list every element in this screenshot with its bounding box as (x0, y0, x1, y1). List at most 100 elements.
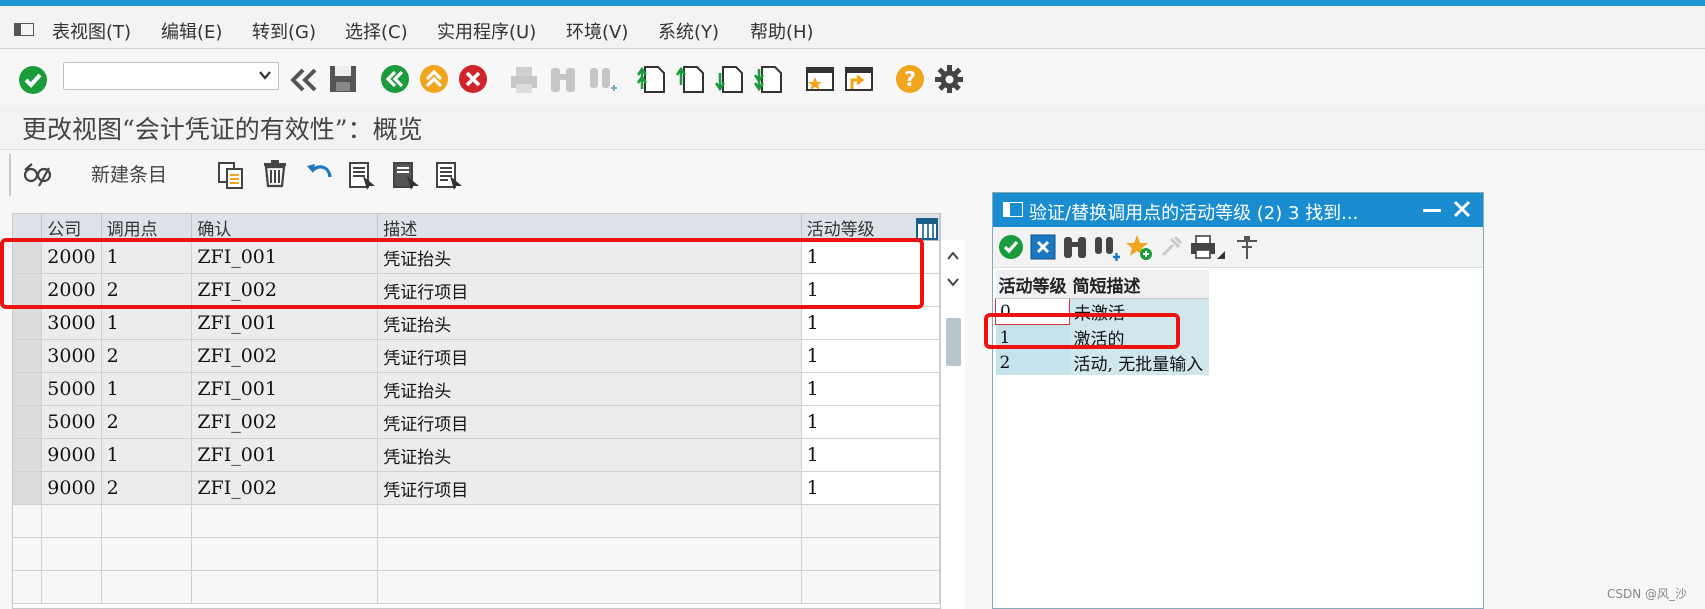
chevron-down-icon[interactable] (259, 68, 271, 82)
create-session-icon[interactable] (804, 63, 836, 95)
select-all-icon[interactable] (347, 160, 377, 190)
select-block-icon[interactable] (391, 160, 421, 190)
deselect-all-icon[interactable] (434, 160, 464, 190)
previous-page-icon[interactable] (675, 63, 707, 95)
popup-find-icon[interactable] (1061, 233, 1089, 261)
delete-trash-icon[interactable] (260, 158, 290, 188)
close-icon[interactable] (1452, 199, 1472, 219)
print-dropdown-icon[interactable] (1217, 251, 1225, 259)
minimize-icon[interactable] (1423, 209, 1441, 212)
generate-shortcut-icon[interactable] (843, 63, 875, 95)
activation-level-input[interactable]: 1 (801, 471, 940, 505)
scroll-down-icon[interactable] (947, 277, 959, 287)
activation-level-input[interactable]: 1 (801, 438, 940, 472)
activation-level-input[interactable]: 1 (801, 405, 940, 439)
row-selector[interactable] (13, 405, 43, 439)
popup-pin-icon[interactable] (1233, 233, 1261, 261)
row-selector[interactable] (13, 471, 43, 505)
activation-level-input[interactable]: 1 (801, 306, 940, 340)
call-point-cell: 1 (101, 438, 193, 472)
menu-help[interactable]: 帮助(H) (750, 18, 814, 44)
row-selector[interactable] (13, 570, 43, 604)
menu-selection[interactable]: 选择(C) (345, 18, 408, 44)
popup-menu-icon[interactable] (1003, 202, 1023, 217)
activation-level-input[interactable]: 1 (801, 372, 940, 406)
menu-environment[interactable]: 环境(V) (566, 18, 628, 44)
row-selector[interactable] (13, 339, 43, 373)
empty-cell[interactable] (191, 570, 379, 604)
scroll-up-icon[interactable] (947, 251, 959, 261)
display-change-glasses-icon[interactable] (22, 160, 52, 190)
first-page-icon[interactable] (636, 63, 668, 95)
empty-cell[interactable] (801, 537, 940, 571)
find-next-icon[interactable] (586, 64, 618, 96)
row-selector[interactable] (13, 438, 43, 472)
column-header-call-point[interactable]: 调用点 (101, 214, 193, 241)
column-header-company[interactable]: 公司 (41, 214, 102, 241)
description-cell: 凭证行项目 (377, 405, 802, 439)
menu-edit[interactable]: 编辑(E) (161, 18, 222, 44)
find-icon[interactable] (547, 64, 579, 96)
empty-cell[interactable] (41, 504, 102, 538)
empty-cell[interactable] (377, 537, 802, 571)
level-value[interactable]: 2 (995, 350, 1070, 375)
company-cell: 3000 (41, 339, 102, 373)
print-icon[interactable] (508, 64, 540, 96)
save-icon[interactable] (327, 63, 359, 95)
validation-cell: ZFI_002 (191, 405, 379, 439)
undo-icon[interactable] (304, 158, 334, 188)
popup-print-icon[interactable] (1189, 233, 1217, 261)
call-point-cell: 2 (101, 405, 193, 439)
table-settings-icon[interactable] (916, 218, 938, 240)
empty-cell[interactable] (191, 504, 379, 538)
row-selector[interactable] (13, 504, 43, 538)
popup-cancel-icon[interactable] (1029, 233, 1057, 261)
empty-cell[interactable] (101, 504, 193, 538)
popup-favorite-add-icon[interactable] (1125, 233, 1153, 261)
popup-find-next-icon[interactable] (1093, 233, 1121, 261)
empty-cell[interactable] (101, 537, 193, 571)
cancel-icon[interactable] (457, 63, 489, 95)
activation-level-input[interactable]: 1 (801, 339, 940, 373)
empty-cell[interactable] (801, 504, 940, 538)
validation-cell: ZFI_002 (191, 339, 379, 373)
menu-goto[interactable]: 转到(G) (252, 18, 316, 44)
row-selector-header[interactable] (13, 214, 43, 241)
row-selector[interactable] (13, 372, 43, 406)
exit-icon[interactable] (418, 63, 450, 95)
menu-expander-icon[interactable] (14, 23, 34, 36)
popup-ok-icon[interactable] (997, 233, 1025, 261)
empty-cell[interactable] (801, 570, 940, 604)
column-header-validation[interactable]: 确认 (191, 214, 379, 241)
popup-disabled-icon[interactable] (1157, 233, 1185, 261)
row-selector[interactable] (13, 537, 43, 571)
empty-cell[interactable] (191, 537, 379, 571)
list-item[interactable]: 2 活动, 无批量输入 (995, 350, 1209, 375)
empty-cell[interactable] (377, 570, 802, 604)
menu-system[interactable]: 系统(Y) (658, 18, 719, 44)
command-field[interactable] (63, 62, 279, 90)
row-selector[interactable] (13, 306, 43, 340)
popup-column-header-level[interactable]: 活动等级 (995, 270, 1070, 299)
settings-gear-icon[interactable] (933, 63, 965, 95)
menu-utilities[interactable]: 实用程序(U) (437, 18, 536, 44)
enter-check-icon[interactable] (17, 64, 49, 96)
level-description[interactable]: 活动, 无批量输入 (1069, 350, 1209, 375)
scroll-thumb[interactable] (946, 318, 961, 366)
empty-cell[interactable] (377, 504, 802, 538)
empty-cell[interactable] (41, 570, 102, 604)
popup-column-header-short-text[interactable]: 简短描述 (1069, 270, 1209, 299)
copy-as-icon[interactable] (216, 160, 246, 190)
column-header-description[interactable]: 描述 (377, 214, 802, 241)
empty-cell[interactable] (41, 537, 102, 571)
double-chevron-left-icon[interactable] (288, 64, 320, 96)
vertical-scrollbar[interactable] (941, 240, 965, 609)
new-entries-button[interactable]: 新建条目 (91, 160, 167, 187)
help-icon[interactable]: ? (894, 63, 926, 95)
next-page-icon[interactable] (714, 63, 746, 95)
description-cell: 凭证抬头 (377, 372, 802, 406)
menu-table-view[interactable]: 表视图(T) (52, 18, 131, 44)
last-page-icon[interactable] (753, 63, 785, 95)
back-icon[interactable] (379, 63, 411, 95)
empty-cell[interactable] (101, 570, 193, 604)
